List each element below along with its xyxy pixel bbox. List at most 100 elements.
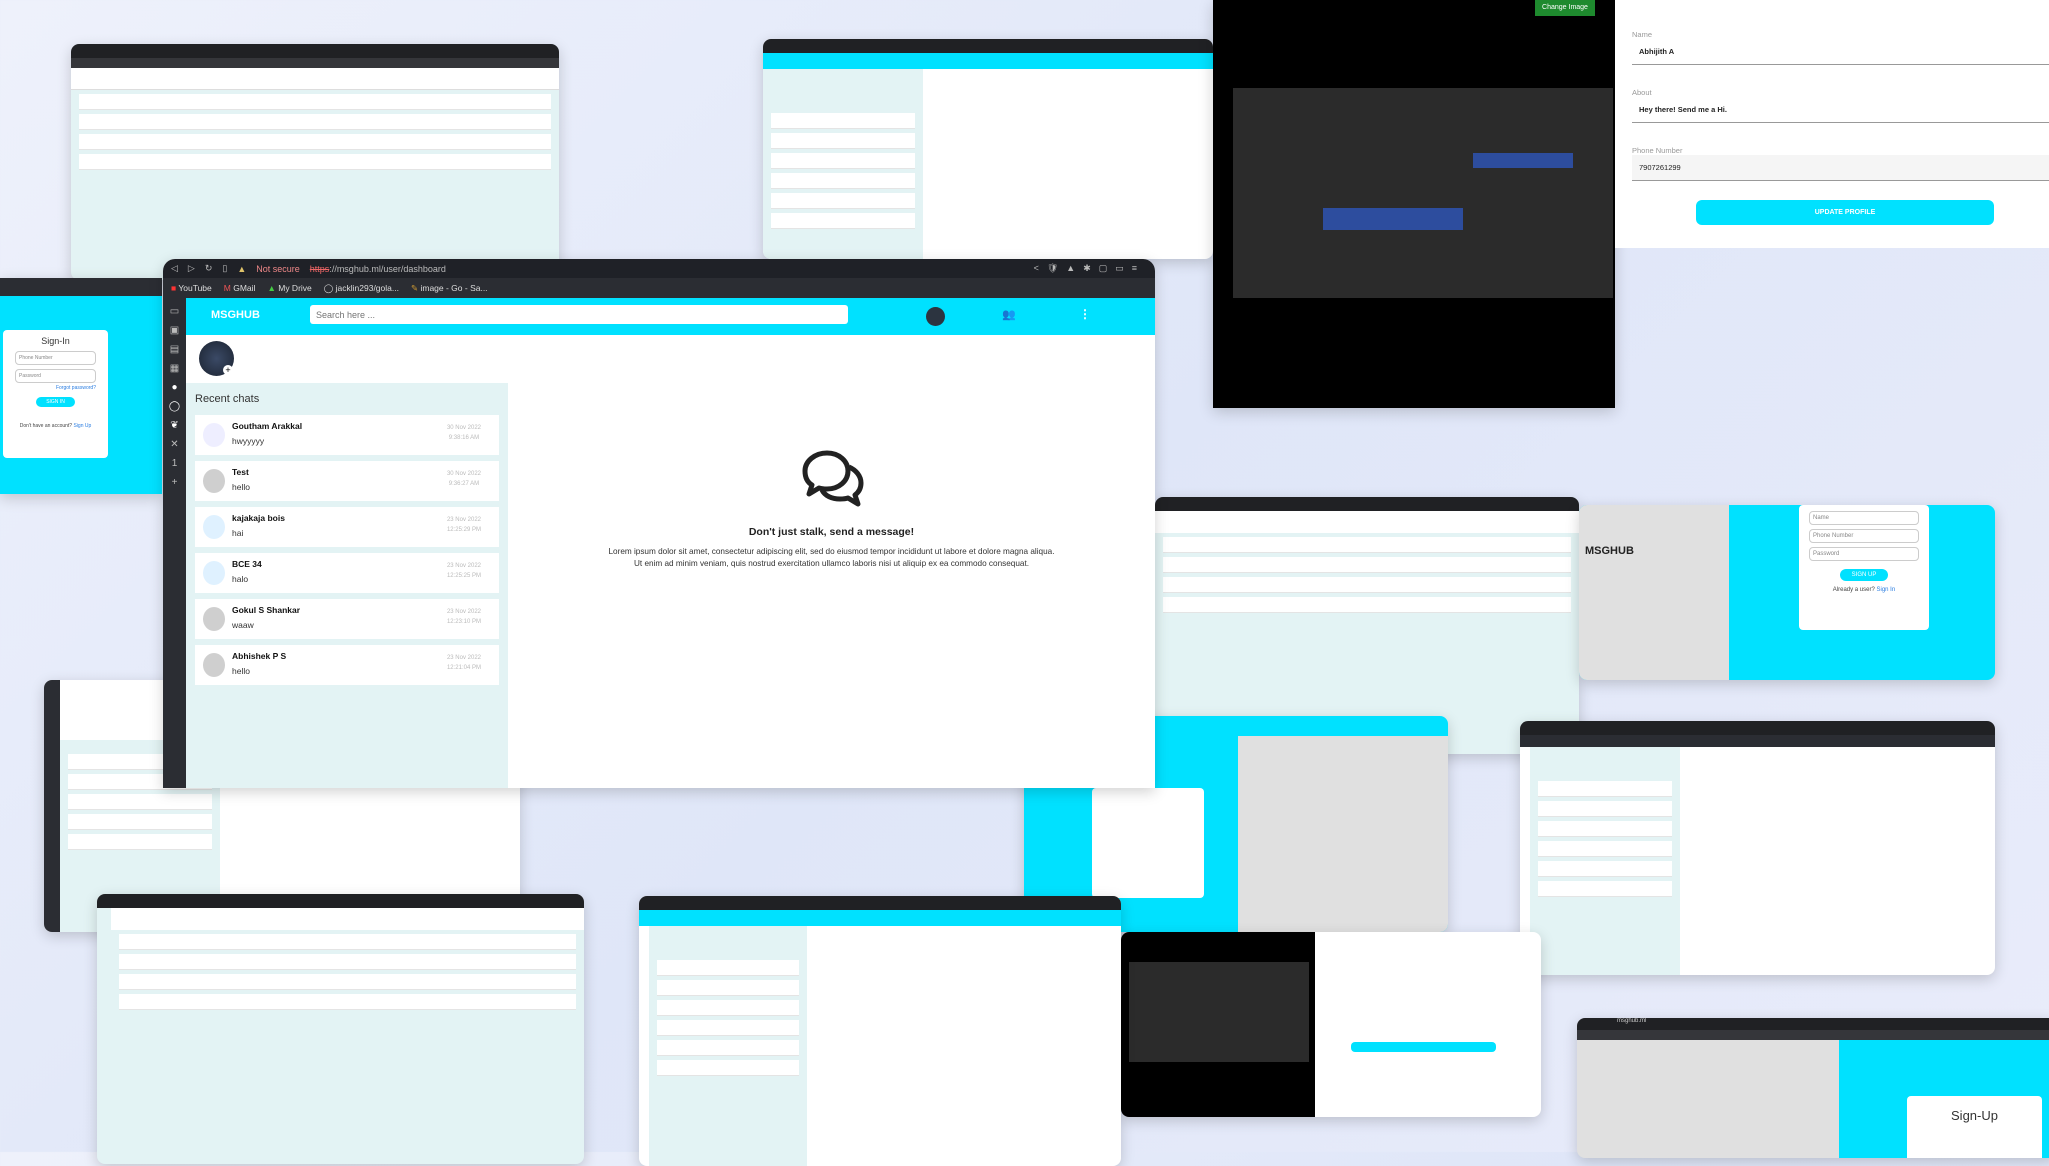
update-profile-button[interactable]: UPDATE PROFILE xyxy=(1696,200,1994,225)
sidebar-medium-icon[interactable]: ● xyxy=(171,382,177,393)
address-bar[interactable]: ◁ ▷ ↻ ▯ ▲ Not secure https://msghub.ml/user… xyxy=(163,259,1155,278)
signin-screenshot: Sign-In Phone Number Password Forgot pas… xyxy=(0,278,162,494)
browser-toolbar-icons[interactable]: <🛡▲✱▢▭≡ xyxy=(1034,263,1145,274)
recent-chats-heading: Recent chats xyxy=(195,393,260,405)
forward-icon[interactable]: ▷ xyxy=(188,263,195,274)
phone-field[interactable]: 7907261299 xyxy=(1632,155,2049,181)
chat-list-item[interactable]: Gokul S Shankar waaw 23 Nov 2022 12:23:10 P… xyxy=(195,599,499,639)
bookmark-image[interactable]: ✎ image - Go - Sa... xyxy=(411,283,488,294)
empty-state-title: Don't just stalk, send a message! xyxy=(748,526,915,538)
about-field[interactable]: Hey there! Send me a Hi. xyxy=(1632,97,2049,123)
sidebar-add-icon[interactable]: + xyxy=(172,477,178,488)
main-browser-window: ◁ ▷ ↻ ▯ ▲ Not secure https://msghub.ml/user… xyxy=(163,259,1155,788)
chat-list xyxy=(1530,747,1680,975)
password-field[interactable]: Password xyxy=(1809,547,1919,561)
user-avatar[interactable] xyxy=(926,307,945,326)
sidebar-grid-icon[interactable]: ▦ xyxy=(170,363,179,374)
signin-button[interactable]: SIGN IN xyxy=(36,397,75,407)
bookmark-youtube[interactable]: ■ YouTube xyxy=(171,283,212,293)
empty-chat-panel: Don't just stalk, send a message! Lorem … xyxy=(508,335,1155,788)
bookmark-github[interactable]: ◯ jacklin293/gola... xyxy=(324,283,399,294)
security-status[interactable]: Not secure xyxy=(256,264,300,274)
add-icon[interactable]: + xyxy=(223,365,233,375)
browser-bar xyxy=(1520,721,1995,735)
profile-section: + xyxy=(186,335,508,383)
contact-avatar xyxy=(203,515,225,539)
signup-screenshot-bottom-right: msghub.ml Sign-Up xyxy=(1577,1018,2049,1158)
password-field[interactable]: Password xyxy=(15,369,96,383)
contact-name: Test xyxy=(232,467,249,477)
browser-bar xyxy=(71,44,559,58)
bookmark-drive[interactable]: ▲ My Drive xyxy=(267,283,311,293)
chat-list xyxy=(763,69,923,259)
contact-avatar xyxy=(203,653,225,677)
sidebar-reading-icon[interactable]: ▤ xyxy=(170,344,179,355)
signup-button[interactable]: SIGN UP xyxy=(1839,569,1889,581)
name-field[interactable]: Name xyxy=(1809,511,1919,525)
last-message: halo xyxy=(232,574,249,584)
last-message: waaw xyxy=(232,620,254,630)
sidebar-one-icon[interactable]: 1 xyxy=(172,458,178,469)
search-row xyxy=(1155,511,1579,533)
sidebar-github-icon[interactable]: ◯ xyxy=(169,401,180,412)
name-label: Name xyxy=(1632,30,1653,39)
sidebar-x-icon[interactable]: ✕ xyxy=(170,439,178,450)
phone-field[interactable]: Phone Number xyxy=(15,351,96,365)
app-logo[interactable]: MSGHUB xyxy=(211,309,260,321)
chat-list-item[interactable]: BCE 34 halo 23 Nov 2022 12:25:25 PM xyxy=(195,553,499,593)
contact-name: Gokul S Shankar xyxy=(232,605,301,615)
sidebar-news-icon[interactable]: ▣ xyxy=(170,325,179,336)
warning-icon: ▲ xyxy=(237,263,247,274)
message-timestamp: 23 Nov 2022 12:25:29 PM xyxy=(446,517,481,533)
reload-icon[interactable]: ↻ xyxy=(205,263,213,274)
contact-name: kajakaja bois xyxy=(232,513,285,523)
contact-avatar xyxy=(203,607,225,631)
bookmark-icon[interactable]: ▯ xyxy=(222,263,227,274)
code-screenshot-bottom xyxy=(1121,932,1541,1117)
empty-state-body: Lorem ipsum dolor sit amet, consectetur … xyxy=(608,547,1055,568)
last-message: hai xyxy=(232,528,244,538)
contact-avatar xyxy=(203,469,225,493)
url-text[interactable]: ://msghub.ml/user/dashboard xyxy=(329,264,446,274)
contact-list xyxy=(1155,537,1579,613)
signin-card: Sign-In Phone Number Password Forgot pas… xyxy=(3,330,108,458)
name-field[interactable]: Abhijith A xyxy=(1632,39,2049,65)
search-screenshot-top-left xyxy=(71,44,559,280)
last-message: hello xyxy=(232,666,250,676)
sidebar-wallet-icon[interactable]: ▭ xyxy=(170,306,179,317)
bookmark-gmail[interactable]: M GMail xyxy=(224,283,256,293)
chat-sidebar: + Recent chats Goutham Arakkal hwyyyyy 30 … xyxy=(186,335,508,788)
message-timestamp: 30 Nov 2022 9:38:16 AM xyxy=(446,425,481,441)
back-icon[interactable]: ◁ xyxy=(171,263,178,274)
forgot-password-link[interactable]: Forgot password? xyxy=(15,385,96,391)
chat-screenshot-bottom xyxy=(639,896,1121,1166)
chat-list-item[interactable]: Abhishek P S hello 23 Nov 2022 12:21:04 PM xyxy=(195,645,499,685)
phone-label: Phone Number xyxy=(1632,146,1683,155)
sidebar-evernote-icon[interactable]: ❦ xyxy=(170,420,178,431)
contact-avatar xyxy=(203,561,225,585)
search-input[interactable] xyxy=(310,305,848,324)
last-message: hwyyyyy xyxy=(232,436,265,446)
contact-name: Goutham Arakkal xyxy=(232,421,303,431)
signup-link[interactable]: Sign Up xyxy=(73,423,91,429)
browser-bar xyxy=(639,896,1121,910)
signup-title: Sign-Up xyxy=(1951,1108,1998,1123)
ide-window xyxy=(1233,88,1613,298)
chat-list: Goutham Arakkal hwyyyyy 30 Nov 2022 9:38:16… xyxy=(186,415,508,685)
contact-list xyxy=(111,934,584,1010)
message-timestamp: 23 Nov 2022 12:23:10 PM xyxy=(446,609,481,625)
chat-list-item[interactable]: Test hello 30 Nov 2022 9:36:27 AM xyxy=(195,461,499,501)
url-text: msghub.ml xyxy=(1577,1018,2049,1030)
browser-sidebar: ▭ ▣ ▤ ▦ ● ◯ ❦ ✕ 1 + xyxy=(163,298,186,788)
signin-link[interactable]: Sign In xyxy=(1877,587,1896,593)
more-menu-icon[interactable]: ⋮ xyxy=(1079,307,1091,321)
bookmarks-bar xyxy=(71,58,559,68)
message-timestamp: 30 Nov 2022 9:36:27 AM xyxy=(446,471,481,487)
signin-title: Sign-In xyxy=(41,336,70,346)
phone-field[interactable]: Phone Number xyxy=(1809,529,1919,543)
change-image-button[interactable]: Change Image xyxy=(1535,0,1595,16)
chat-list-item[interactable]: kajakaja bois hai 23 Nov 2022 12:25:29 PM xyxy=(195,507,499,547)
search-screenshot-bottom-left xyxy=(97,894,584,1164)
people-icon[interactable]: 👥 xyxy=(1002,308,1016,321)
chat-list-item[interactable]: Goutham Arakkal hwyyyyy 30 Nov 2022 9:38:16… xyxy=(195,415,499,455)
